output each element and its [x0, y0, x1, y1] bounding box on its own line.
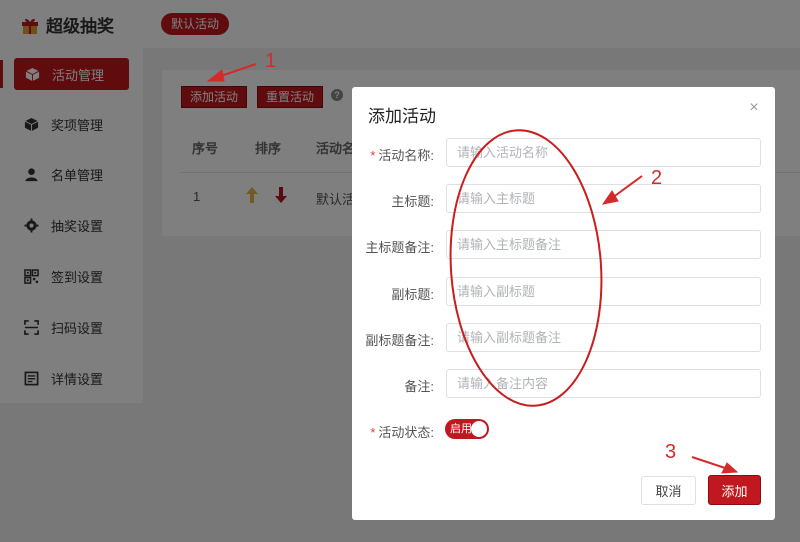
activity-status-toggle[interactable]: 启用 [445, 419, 489, 439]
toggle-knob [471, 421, 487, 437]
subtitle-label: 副标题: [391, 287, 434, 302]
cancel-button[interactable]: 取消 [641, 476, 696, 505]
annotation-number-2: 2 [651, 167, 663, 189]
remark-label: 备注: [404, 379, 434, 394]
dialog-title: 添加活动 [368, 107, 436, 126]
required-mark: * [370, 148, 376, 163]
close-icon[interactable]: × [747, 100, 761, 116]
subtitle-note-label: 副标题备注: [365, 333, 434, 348]
subtitle-note-input[interactable] [446, 323, 761, 352]
activity-name-input[interactable] [446, 138, 761, 167]
annotation-number-1: 1 [265, 50, 277, 72]
activity-name-label: * 活动名称: [370, 145, 434, 164]
toggle-text: 启用 [450, 423, 472, 435]
subtitle-input[interactable] [446, 277, 761, 306]
main-title-label: 主标题: [391, 194, 434, 209]
annotation-number-3: 3 [665, 441, 677, 463]
remark-input[interactable] [446, 369, 761, 398]
submit-add-button[interactable]: 添加 [708, 475, 761, 505]
main-title-input[interactable] [446, 184, 761, 213]
label-text: 活动名称: [378, 148, 434, 163]
required-mark: * [370, 425, 376, 440]
main-title-note-input[interactable] [446, 230, 761, 259]
activity-status-label: * 活动状态: [370, 422, 434, 441]
add-activity-dialog: 添加活动 × *活动名称: 主标题: 主标题备注: 副标题: 副标题备注: 备注… [352, 87, 775, 520]
main-title-note-label: 主标题备注: [365, 240, 434, 255]
label-text: 活动状态: [378, 425, 434, 440]
